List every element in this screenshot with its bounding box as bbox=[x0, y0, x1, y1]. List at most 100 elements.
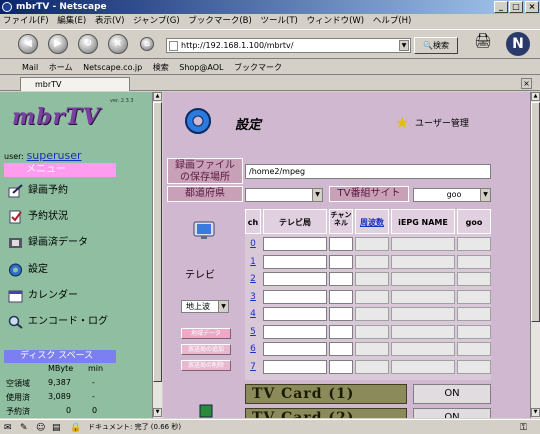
channel-row-number[interactable]: 2 bbox=[245, 272, 261, 286]
channel-input[interactable] bbox=[329, 307, 353, 321]
sidebar-scroll-thumb[interactable] bbox=[153, 102, 162, 382]
scroll-down-arrow[interactable]: ▼ bbox=[153, 408, 162, 417]
channel-row-number[interactable]: 4 bbox=[245, 307, 261, 321]
channel-input[interactable] bbox=[329, 272, 353, 286]
sidebar-item-settings[interactable]: 設定 bbox=[8, 261, 48, 279]
frequency-input[interactable] bbox=[355, 254, 389, 269]
iepg-input[interactable] bbox=[391, 324, 455, 339]
station-input[interactable] bbox=[263, 359, 327, 374]
goo-input[interactable] bbox=[457, 342, 491, 356]
minimize-button[interactable]: _ bbox=[494, 1, 508, 13]
channel-row-number[interactable]: 5 bbox=[245, 325, 261, 339]
sidebar-item-recorded[interactable]: 録画済データ bbox=[8, 234, 88, 252]
url-field[interactable]: http://192.168.1.100/mbrtv/ ▼ bbox=[166, 38, 411, 53]
frequency-input[interactable] bbox=[355, 272, 389, 286]
station-input[interactable] bbox=[263, 254, 327, 269]
iepg-input[interactable] bbox=[391, 359, 455, 374]
channel-input[interactable] bbox=[329, 237, 353, 251]
mail-link[interactable]: Mail bbox=[0, 60, 42, 75]
sidebar-item-record[interactable]: 録画予約 bbox=[8, 182, 68, 200]
address-book-icon[interactable]: ▤ bbox=[52, 421, 61, 434]
band-select[interactable]: 地上波 ▼ bbox=[181, 300, 229, 313]
menu-view[interactable]: 表示(V) bbox=[92, 15, 127, 28]
user-management-link[interactable]: ★ ユーザー管理 bbox=[395, 113, 469, 132]
home-link[interactable]: ホーム bbox=[45, 60, 77, 75]
composer-icon[interactable]: ✎ bbox=[20, 421, 28, 434]
channel-input[interactable] bbox=[329, 342, 353, 356]
print-icon[interactable]: 🖨 bbox=[474, 33, 496, 55]
maximize-button[interactable]: □ bbox=[509, 1, 523, 13]
goo-input[interactable] bbox=[457, 307, 491, 321]
close-tab-icon[interactable]: × bbox=[521, 78, 532, 89]
scroll-down-arrow[interactable]: ▼ bbox=[531, 408, 540, 417]
channel-row-number[interactable]: 1 bbox=[245, 255, 261, 269]
menu-edit[interactable]: 編集(E) bbox=[54, 15, 89, 28]
iepg-input[interactable] bbox=[391, 272, 455, 286]
security-icon[interactable]: ⚿ bbox=[520, 421, 527, 434]
channel-row-number[interactable]: 0 bbox=[245, 237, 261, 251]
rec-dir-input[interactable]: /home2/mpeg bbox=[245, 164, 491, 179]
channel-input[interactable] bbox=[329, 289, 353, 304]
menu-window[interactable]: ウィンドウ(W) bbox=[304, 15, 368, 28]
prefecture-select[interactable]: ▼ bbox=[245, 188, 323, 202]
mail-icon[interactable]: ✉ bbox=[4, 421, 12, 434]
goo-input[interactable] bbox=[457, 237, 491, 251]
station-input[interactable] bbox=[263, 289, 327, 304]
station-input[interactable] bbox=[263, 324, 327, 339]
sidebar-item-calendar[interactable]: カレンダー bbox=[8, 287, 78, 305]
station-input[interactable] bbox=[263, 342, 327, 356]
iepg-input[interactable] bbox=[391, 254, 455, 269]
station-input[interactable] bbox=[263, 307, 327, 321]
frequency-input[interactable] bbox=[355, 359, 389, 374]
home-button[interactable]: ⌂ bbox=[140, 37, 154, 51]
search-button[interactable]: 🔍検索 bbox=[414, 37, 458, 54]
delete-station-button[interactable]: 放送局の削除 bbox=[181, 360, 231, 371]
forward-button[interactable]: ▶ bbox=[48, 34, 68, 54]
frequency-input[interactable] bbox=[355, 342, 389, 356]
main-scroll-thumb[interactable] bbox=[531, 102, 540, 322]
reload-button[interactable]: ↻ bbox=[78, 34, 98, 54]
back-button[interactable]: ◀ bbox=[18, 34, 38, 54]
sidebar-item-encode-log[interactable]: エンコード・ログ bbox=[8, 313, 108, 331]
channel-input[interactable] bbox=[329, 254, 353, 269]
tv-card-1-on-button[interactable]: ON bbox=[413, 384, 491, 404]
user-link[interactable]: superuser bbox=[27, 149, 82, 162]
search-link[interactable]: 検索 bbox=[149, 60, 173, 75]
close-button[interactable]: × bbox=[525, 1, 539, 13]
menu-tools[interactable]: ツール(T) bbox=[258, 15, 301, 28]
station-input[interactable] bbox=[263, 272, 327, 286]
bookmark-link[interactable]: ブックマーク bbox=[230, 60, 286, 75]
scroll-up-arrow[interactable]: ▲ bbox=[153, 92, 162, 101]
iepg-input[interactable] bbox=[391, 307, 455, 321]
url-dropdown-icon[interactable]: ▼ bbox=[399, 40, 409, 51]
tv-card-2-on-button[interactable]: ON bbox=[413, 408, 491, 418]
channel-row-number[interactable]: 6 bbox=[245, 342, 261, 356]
frequency-input[interactable] bbox=[355, 289, 389, 304]
add-station-button[interactable]: 放送局の追加 bbox=[181, 344, 231, 355]
menu-help[interactable]: ヘルプ(H) bbox=[370, 15, 415, 28]
goo-input[interactable] bbox=[457, 272, 491, 286]
channel-input[interactable] bbox=[329, 359, 353, 374]
channel-row-number[interactable]: 7 bbox=[245, 360, 261, 374]
menu-bookmarks[interactable]: ブックマーク(B) bbox=[185, 15, 254, 28]
iepg-input[interactable] bbox=[391, 289, 455, 304]
sidebar-item-status[interactable]: 予約状況 bbox=[8, 208, 68, 226]
channel-row-number[interactable]: 3 bbox=[245, 290, 261, 304]
main-scrollbar[interactable]: ▲ ▼ bbox=[530, 92, 540, 418]
menu-go[interactable]: ジャンプ(G) bbox=[130, 15, 183, 28]
channel-input[interactable] bbox=[329, 324, 353, 339]
col-header-frequency[interactable]: 周波数 bbox=[355, 209, 389, 234]
shop-link[interactable]: Shop@AOL bbox=[175, 60, 227, 75]
chat-icon[interactable]: ☺ bbox=[36, 421, 45, 434]
iepg-input[interactable] bbox=[391, 342, 455, 356]
menu-file[interactable]: ファイル(F) bbox=[0, 15, 52, 28]
region-data-button[interactable]: 地域データ bbox=[181, 328, 231, 339]
scroll-up-arrow[interactable]: ▲ bbox=[531, 92, 540, 101]
frequency-input[interactable] bbox=[355, 237, 389, 251]
iepg-input[interactable] bbox=[391, 237, 455, 251]
tv-site-select[interactable]: goo ▼ bbox=[413, 188, 491, 202]
goo-input[interactable] bbox=[457, 359, 491, 374]
goo-input[interactable] bbox=[457, 289, 491, 304]
stop-button[interactable]: × bbox=[108, 34, 128, 54]
goo-input[interactable] bbox=[457, 324, 491, 339]
